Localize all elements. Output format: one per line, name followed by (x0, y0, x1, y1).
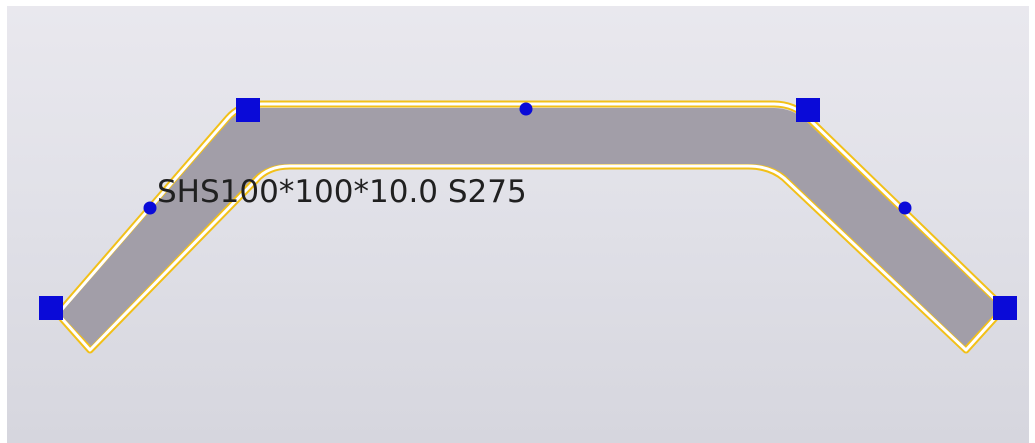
handle-bend-left[interactable] (236, 98, 260, 122)
handle-end-right[interactable] (993, 296, 1017, 320)
model-view[interactable]: SHS100*100*10.0 S275 (0, 0, 1035, 443)
midpoint-right-segment[interactable] (898, 201, 912, 215)
profile-label: SHS100*100*10.0 S275 (157, 174, 527, 210)
midpoint-left-segment[interactable] (143, 201, 157, 215)
scene-svg (39, 98, 1017, 354)
view-canvas[interactable]: SHS100*100*10.0 S275 (7, 6, 1029, 443)
member-body[interactable] (60, 108, 1000, 346)
handle-end-left[interactable] (39, 296, 63, 320)
handle-bend-right[interactable] (796, 98, 820, 122)
midpoint-top-segment[interactable] (519, 102, 533, 116)
